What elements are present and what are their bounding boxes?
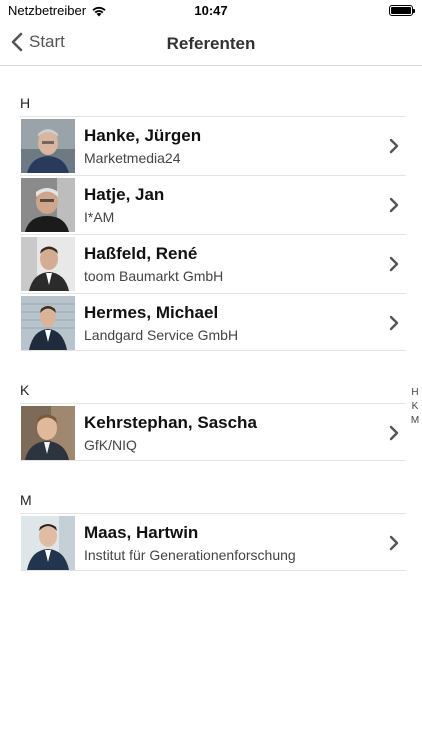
speaker-name: Hermes, Michael <box>84 303 219 322</box>
speaker-company: Landgard Service GmbH <box>84 327 239 343</box>
avatar <box>21 516 75 570</box>
avatar <box>21 406 75 460</box>
chevron-right-icon <box>389 138 399 154</box>
battery-icon <box>389 5 415 16</box>
avatar <box>21 237 75 291</box>
speaker-company: I*AM <box>84 209 115 225</box>
chevron-right-icon <box>389 535 399 551</box>
index-letter-h[interactable]: H <box>411 386 418 400</box>
speaker-name: Haßfeld, René <box>84 244 198 263</box>
speaker-name: Kehrstephan, Sascha <box>84 413 257 432</box>
chevron-right-icon <box>389 256 399 272</box>
index-letter-m[interactable]: M <box>411 414 419 428</box>
section-header-h: H <box>20 95 31 111</box>
speaker-name: Hanke, Jürgen <box>84 126 202 145</box>
status-bar: Netzbetreiber 10:47 <box>0 0 422 22</box>
clock: 10:47 <box>194 3 228 18</box>
avatar <box>21 178 75 232</box>
section-header-m: M <box>20 492 32 508</box>
page-title: Referenten <box>166 34 256 53</box>
avatar <box>21 296 75 350</box>
speaker-company: toom Baumarkt GmbH <box>84 268 224 284</box>
index-letter-k[interactable]: K <box>412 400 419 414</box>
list-item[interactable]: Hatje, Jan I*AM <box>20 175 406 233</box>
section-index: H K M <box>409 386 421 428</box>
list-item[interactable]: Kehrstephan, Sascha GfK/NIQ <box>20 403 406 461</box>
speaker-name: Hatje, Jan <box>84 185 165 204</box>
chevron-right-icon <box>389 315 399 331</box>
navigation-bar: Start Referenten <box>0 22 422 66</box>
list-item[interactable]: Hanke, Jürgen Marketmedia24 <box>20 116 406 174</box>
speaker-company: Institut für Generationenforschung <box>84 547 296 563</box>
list-item[interactable]: Haßfeld, René toom Baumarkt GmbH <box>20 234 406 292</box>
section-header-k: K <box>20 382 30 398</box>
list-item[interactable]: Hermes, Michael Landgard Service GmbH <box>20 293 406 351</box>
speaker-company: GfK/NIQ <box>84 437 137 453</box>
chevron-right-icon <box>389 197 399 213</box>
chevron-right-icon <box>389 425 399 441</box>
list-item[interactable]: Maas, Hartwin Institut für Generationenf… <box>20 513 406 571</box>
avatar <box>21 119 75 173</box>
speaker-company: Marketmedia24 <box>84 150 181 166</box>
speaker-name: Maas, Hartwin <box>84 523 199 542</box>
